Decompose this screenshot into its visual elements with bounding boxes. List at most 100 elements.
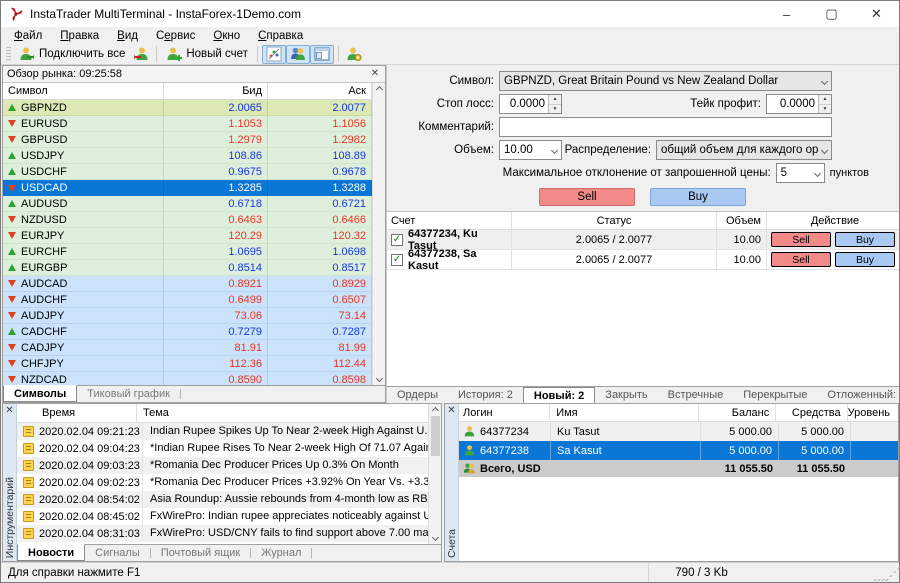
column-topic[interactable]: Тема: [137, 404, 428, 422]
column-time[interactable]: Время: [17, 404, 137, 422]
stop-loss-stepper[interactable]: 0.0000 ▲▼: [499, 94, 562, 114]
table-row[interactable]: CHFJPY112.36112.44: [3, 356, 372, 372]
column-equity[interactable]: Средства: [776, 404, 847, 421]
tab-pending[interactable]: Отложенный: 2: [817, 387, 899, 403]
take-profit-stepper[interactable]: 0.0000 ▲▼: [766, 94, 832, 114]
column-status[interactable]: Статус: [512, 212, 717, 229]
toggle-market-watch-button[interactable]: [262, 45, 286, 64]
list-item[interactable]: 2020.02.04 08:54:02Asia Roundup: Aussie …: [17, 491, 428, 508]
spin-down-icon[interactable]: ▼: [549, 105, 561, 114]
table-row[interactable]: NZDUSD0.64630.6466: [3, 212, 372, 228]
table-row[interactable]: GBPNZD2.00652.0077: [3, 100, 372, 116]
deviation-select[interactable]: 5: [776, 163, 825, 183]
scroll-down-icon[interactable]: [431, 534, 438, 541]
sell-button[interactable]: Sell: [539, 188, 635, 206]
table-row[interactable]: CADCHF0.72790.7287: [3, 324, 372, 340]
list-item[interactable]: 2020.02.04 08:45:02FxWirePro: Indian rup…: [17, 508, 428, 525]
comment-input[interactable]: [499, 117, 832, 137]
disconnect-all-button[interactable]: [130, 45, 152, 64]
menu-item-edit[interactable]: Правка: [51, 29, 108, 43]
tab-mailbox[interactable]: Почтовый ящик: [151, 545, 250, 561]
close-icon[interactable]: ✕: [369, 69, 381, 79]
vertical-scrollbar[interactable]: [428, 404, 441, 544]
scroll-up-icon[interactable]: [375, 86, 382, 93]
tab-history[interactable]: История: 2: [448, 387, 523, 403]
symbol-select[interactable]: GBPNZD, Great Britain Pound vs New Zeala…: [499, 71, 832, 91]
distribution-select[interactable]: общий объем для каждого ордера: [656, 140, 832, 160]
column-name[interactable]: Имя: [550, 404, 699, 421]
list-item[interactable]: 2020.02.04 09:21:23Indian Rupee Spikes U…: [17, 423, 428, 440]
list-item[interactable]: 2020.02.04 09:04:23*Indian Rupee Rises T…: [17, 440, 428, 457]
vertical-scrollbar[interactable]: [372, 83, 385, 385]
tab-close[interactable]: Закрыть: [595, 387, 657, 403]
menu-item-view[interactable]: Вид: [108, 29, 147, 43]
scroll-down-icon[interactable]: [375, 375, 382, 382]
table-row[interactable]: USDJPY108.86108.89: [3, 148, 372, 164]
table-row[interactable]: 64377234 Ku Tasut 5 000.00 5 000.00: [459, 422, 898, 441]
scrollbar-track[interactable]: [375, 95, 384, 373]
list-item[interactable]: 2020.02.04 09:02:23*Romania Dec Producer…: [17, 474, 428, 491]
close-button[interactable]: ✕: [854, 1, 899, 27]
tab-orders[interactable]: Ордеры: [387, 387, 448, 403]
table-row-selected[interactable]: USDCAD1.32851.3288: [3, 180, 372, 196]
menu-item-window[interactable]: Окно: [204, 29, 249, 43]
table-row-selected[interactable]: 64377238 Sa Kasut 5 000.00 5 000.00: [459, 441, 898, 460]
tab-hedged[interactable]: Перекрытые: [733, 387, 817, 403]
table-row[interactable]: EURGBP0.85140.8517: [3, 260, 372, 276]
tab-tick-chart[interactable]: Тиковый график: [77, 386, 180, 402]
connect-all-button[interactable]: Подключить все: [14, 45, 130, 64]
close-icon[interactable]: ✕: [446, 406, 458, 416]
table-row[interactable]: AUDCAD0.89210.8929: [3, 276, 372, 292]
toolbar-drag-handle[interactable]: [6, 47, 11, 62]
table-row[interactable]: EURUSD1.10531.1056: [3, 116, 372, 132]
maximize-button[interactable]: ▢: [809, 1, 854, 27]
tab-new[interactable]: Новый: 2: [523, 387, 595, 403]
column-account[interactable]: Счет: [387, 212, 512, 229]
table-row[interactable]: GBPUSD1.29791.2982: [3, 132, 372, 148]
scrollbar-thumb[interactable]: [431, 416, 440, 456]
close-icon[interactable]: ✕: [4, 406, 16, 416]
list-item[interactable]: 2020.02.04 08:31:03FxWirePro: USD/CNY fa…: [17, 525, 428, 542]
row-buy-button[interactable]: Buy: [835, 252, 895, 267]
table-row[interactable]: NZDCAD0.85900.8598: [3, 372, 372, 385]
new-account-button[interactable]: Новый счет: [161, 45, 253, 64]
column-level[interactable]: Уровень: [848, 404, 898, 421]
row-sell-button[interactable]: Sell: [771, 232, 831, 247]
table-row[interactable]: EURJPY120.29120.32: [3, 228, 372, 244]
tab-counter[interactable]: Встречные: [658, 387, 734, 403]
column-ask[interactable]: Аск: [268, 83, 372, 99]
toggle-toolbox-button[interactable]: [310, 45, 334, 64]
tab-symbols[interactable]: Символы: [3, 385, 77, 402]
table-row[interactable]: ✓64377238, Sa Kasut 2.0065 / 2.0077 10.0…: [387, 250, 899, 270]
row-sell-button[interactable]: Sell: [771, 252, 831, 267]
toggle-accounts-button[interactable]: [286, 45, 310, 64]
menu-item-service[interactable]: Сервис: [147, 29, 204, 43]
list-item[interactable]: 2020.02.04 09:03:23*Romania Dec Producer…: [17, 457, 428, 474]
column-balance[interactable]: Баланс: [699, 404, 776, 421]
table-row[interactable]: CADJPY81.9181.99: [3, 340, 372, 356]
menu-item-file[interactable]: Файл: [5, 29, 51, 43]
table-row[interactable]: EURCHF1.06951.0698: [3, 244, 372, 260]
scroll-up-icon[interactable]: [431, 407, 438, 414]
checkbox-checked[interactable]: ✓: [391, 254, 403, 266]
spin-up-icon[interactable]: ▲: [549, 95, 561, 105]
checkbox-checked[interactable]: ✓: [391, 234, 403, 246]
account-settings-button[interactable]: [343, 45, 365, 64]
column-volume[interactable]: Объем: [717, 212, 767, 229]
table-row[interactable]: AUDJPY73.0673.14: [3, 308, 372, 324]
menu-item-help[interactable]: Справка: [249, 29, 312, 43]
column-login[interactable]: Логин: [459, 404, 550, 421]
spin-down-icon[interactable]: ▼: [819, 105, 831, 114]
column-action[interactable]: Действие: [767, 212, 899, 229]
buy-button[interactable]: Buy: [650, 188, 746, 206]
minimize-button[interactable]: –: [764, 1, 809, 27]
tab-signals[interactable]: Сигналы: [85, 545, 150, 561]
tab-journal[interactable]: Журнал: [251, 545, 311, 561]
volume-select[interactable]: 10.00: [499, 140, 562, 160]
table-row[interactable]: AUDUSD0.67180.6721: [3, 196, 372, 212]
column-symbol[interactable]: Символ: [3, 83, 164, 99]
table-row[interactable]: AUDCHF0.64990.6507: [3, 292, 372, 308]
spin-up-icon[interactable]: ▲: [819, 95, 831, 105]
tab-news[interactable]: Новости: [17, 544, 85, 561]
row-buy-button[interactable]: Buy: [835, 232, 895, 247]
